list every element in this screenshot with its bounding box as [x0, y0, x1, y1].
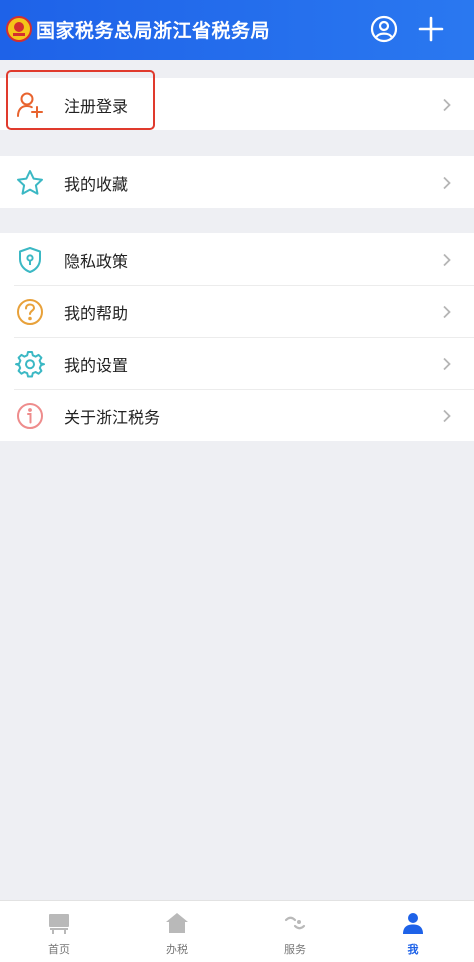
- house-icon: [165, 911, 189, 935]
- tab-home-label: 首页: [48, 943, 70, 956]
- tab-me[interactable]: 我: [354, 901, 472, 962]
- register-login-item[interactable]: 注册登录: [0, 78, 474, 130]
- question-icon: [14, 296, 46, 328]
- settings-label: 我的设置: [64, 356, 129, 375]
- tab-service[interactable]: 服务: [236, 901, 354, 962]
- tab-tax[interactable]: 办税: [118, 901, 236, 962]
- tab-home[interactable]: 首页: [0, 901, 118, 962]
- tab-tax-label: 办税: [166, 943, 188, 956]
- favorites-section: 我的收藏: [0, 156, 474, 208]
- tax-emblem-icon: [6, 16, 32, 42]
- plus-icon[interactable]: [416, 14, 446, 44]
- gear-icon: [14, 348, 46, 380]
- chevron-right-icon: [440, 252, 454, 267]
- user-add-icon: [14, 89, 46, 121]
- about-item[interactable]: 关于浙江税务: [0, 389, 474, 441]
- shield-icon: [14, 244, 46, 276]
- help-label: 我的帮助: [64, 304, 129, 323]
- tab-me-label: 我: [407, 943, 419, 956]
- star-icon: [14, 167, 46, 199]
- settings-section: 隐私政策 我的帮助 我的设置 关于浙江税务: [0, 233, 474, 441]
- person-icon: [401, 911, 425, 935]
- chevron-right-icon: [440, 408, 454, 423]
- about-label: 关于浙江税务: [64, 408, 161, 427]
- privacy-label: 隐私政策: [64, 252, 129, 271]
- page-title: 国家税务总局浙江省税务局: [36, 20, 271, 42]
- tab-service-label: 服务: [284, 943, 306, 956]
- favorites-label: 我的收藏: [64, 175, 129, 194]
- help-item[interactable]: 我的帮助: [0, 285, 474, 337]
- chevron-right-icon: [440, 175, 454, 190]
- privacy-item[interactable]: 隐私政策: [0, 233, 474, 285]
- chevron-right-icon: [440, 356, 454, 371]
- favorites-item[interactable]: 我的收藏: [0, 156, 474, 208]
- settings-item[interactable]: 我的设置: [0, 337, 474, 389]
- home-board-icon: [47, 911, 71, 935]
- user-circle-icon[interactable]: [369, 14, 399, 44]
- account-section: 注册登录: [0, 78, 474, 130]
- app-header: 国家税务总局浙江省税务局: [0, 0, 474, 60]
- chevron-right-icon: [440, 304, 454, 319]
- chevron-right-icon: [440, 97, 454, 112]
- service-icon: [283, 911, 307, 935]
- register-login-label: 注册登录: [64, 97, 129, 116]
- bottom-tab-bar: 首页 办税 服务 我: [0, 900, 474, 962]
- info-icon: [14, 400, 46, 432]
